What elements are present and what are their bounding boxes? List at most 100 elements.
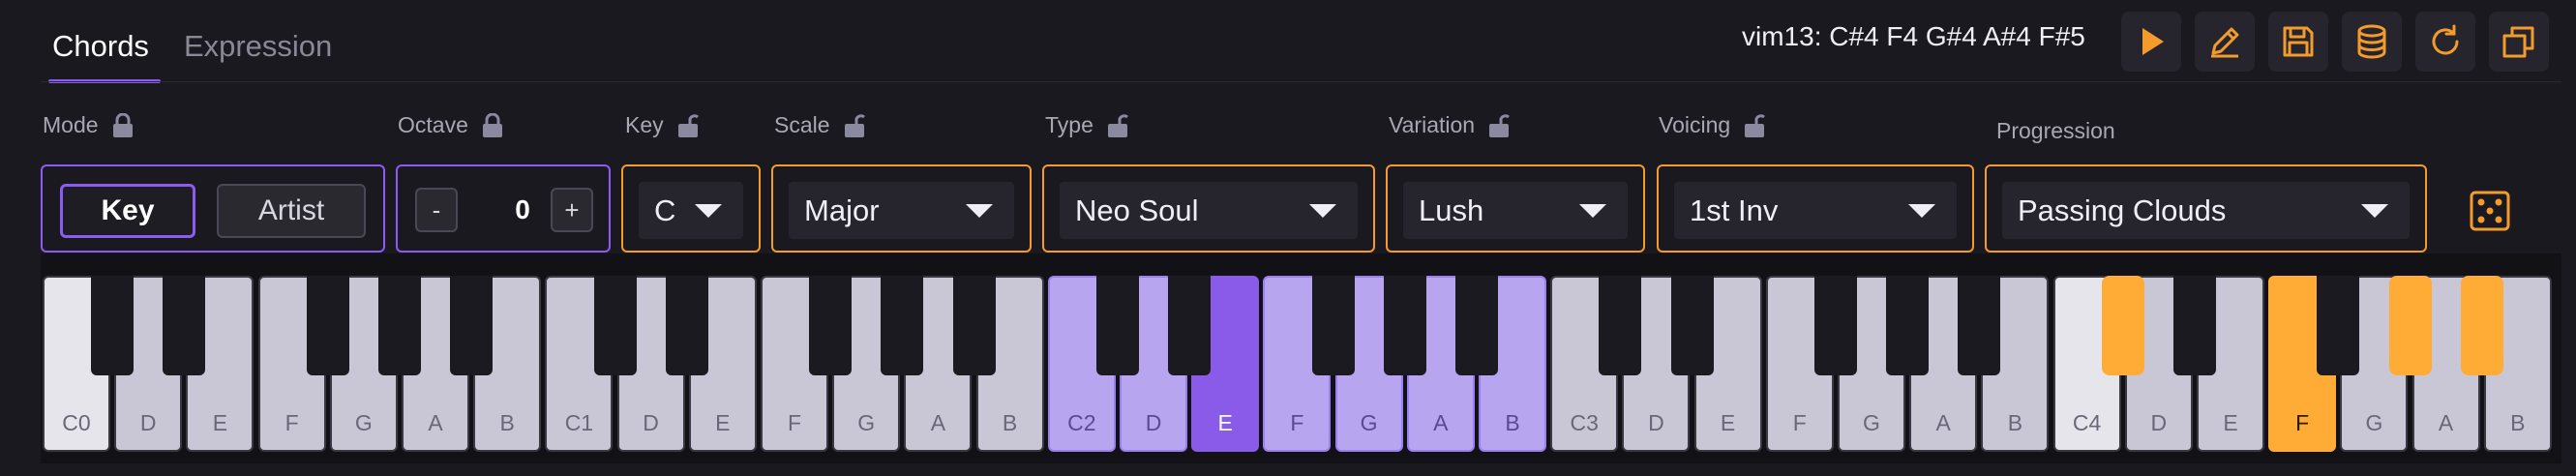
piano-key-label: B: [1505, 410, 1520, 435]
variation-dropdown[interactable]: Lush: [1403, 182, 1628, 239]
octave-label: Octave: [398, 112, 503, 138]
piano-black-key[interactable]: [1168, 276, 1212, 375]
piano-black-key[interactable]: [378, 276, 421, 375]
library-button[interactable]: [2342, 12, 2402, 72]
variation-label: Variation: [1389, 112, 1511, 138]
mode-selector: Key Artist: [41, 164, 385, 253]
chord-editor-panel: Chords Expression vim13: C#4 F4 G#4 A#4 …: [0, 0, 2576, 476]
piano-black-key[interactable]: [2173, 276, 2216, 375]
piano-black-key[interactable]: [1599, 276, 1642, 375]
duplicate-button[interactable]: [2489, 12, 2549, 72]
voicing-dropdown[interactable]: 1st Inv: [1674, 182, 1957, 239]
toolbar: [2121, 12, 2549, 72]
piano-black-key[interactable]: [1311, 276, 1355, 375]
piano-black-key[interactable]: [593, 276, 637, 375]
piano-black-key[interactable]: [450, 276, 494, 375]
randomize-button[interactable]: [2470, 191, 2510, 231]
unlock-icon[interactable]: [844, 113, 865, 138]
piano-black-key[interactable]: [2101, 276, 2144, 375]
save-button[interactable]: [2268, 12, 2328, 72]
piano-key-label: A: [930, 410, 946, 435]
key-dropdown[interactable]: C: [639, 182, 743, 239]
mode-label: Mode: [43, 112, 134, 138]
regenerate-button[interactable]: [2415, 12, 2475, 72]
type-value: Neo Soul: [1075, 193, 1199, 227]
scale-dropdown[interactable]: Major: [789, 182, 1014, 239]
piano-black-key[interactable]: [163, 276, 206, 375]
piano-black-key[interactable]: [1670, 276, 1714, 375]
octave-increment-button[interactable]: +: [551, 188, 593, 232]
lock-icon[interactable]: [112, 112, 134, 138]
scale-value: Major: [804, 193, 880, 227]
piano-key-label: F: [787, 410, 802, 435]
octave-decrement-button[interactable]: -: [415, 188, 458, 232]
unlock-icon[interactable]: [1488, 113, 1511, 138]
scale-label-text: Scale: [774, 112, 830, 137]
piano-key-label: E: [1720, 410, 1736, 435]
piano-key-label: E: [212, 410, 228, 435]
unlock-icon[interactable]: [1744, 113, 1766, 138]
edit-button[interactable]: [2195, 12, 2255, 72]
piano-key-label: D: [2150, 410, 2168, 435]
piano-key-label: F: [1792, 410, 1807, 435]
tab-chords[interactable]: Chords: [41, 19, 161, 83]
mode-artist-button[interactable]: Artist: [217, 184, 366, 238]
piano-key-label: A: [2438, 410, 2454, 435]
piano-black-key[interactable]: [91, 276, 135, 375]
type-label-text: Type: [1045, 112, 1093, 137]
piano-black-key[interactable]: [1958, 276, 2001, 375]
piano-black-key[interactable]: [2460, 276, 2503, 375]
piano-black-key[interactable]: [2317, 276, 2360, 375]
chord-readout: vim13: C#4 F4 G#4 A#4 F#5: [1742, 21, 2085, 51]
piano-key-label: A: [1935, 410, 1951, 435]
piano-key-label: F: [1290, 410, 1304, 435]
type-dropdown[interactable]: Neo Soul: [1060, 182, 1358, 239]
piano-black-key[interactable]: [952, 276, 996, 375]
voicing-value: 1st Inv: [1690, 193, 1779, 227]
voicing-box: 1st Inv: [1657, 164, 1974, 253]
piano-key-label: G: [2365, 410, 2383, 435]
piano-black-key[interactable]: [1455, 276, 1498, 375]
mode-key-button[interactable]: Key: [60, 184, 195, 238]
piano-key-label: G: [1360, 410, 1378, 435]
piano-black-key[interactable]: [1886, 276, 1930, 375]
type-label: Type: [1045, 112, 1128, 138]
piano-key-label: D: [1145, 410, 1162, 435]
unlock-icon[interactable]: [677, 113, 699, 138]
piano-key-label: G: [354, 410, 373, 435]
piano-key-label: F: [2295, 410, 2310, 435]
piano-key-label: B: [1002, 410, 1018, 435]
piano-black-key[interactable]: [665, 276, 708, 375]
key-box: C: [621, 164, 761, 253]
unlock-icon[interactable]: [1107, 113, 1128, 138]
piano-key-label: A: [1433, 410, 1449, 435]
piano-key-label: B: [2007, 410, 2023, 435]
piano-key-label: C2: [1067, 410, 1096, 435]
refresh-icon: [2432, 24, 2459, 55]
scale-box: Major: [771, 164, 1032, 253]
database-icon: [2357, 24, 2386, 59]
tab-divider: [41, 81, 2561, 82]
piano-key-label: G: [857, 410, 876, 435]
mode-label-text: Mode: [43, 112, 99, 137]
piano-key-label: E: [1217, 410, 1233, 435]
chevron-down-icon: [966, 203, 993, 218]
piano-black-key[interactable]: [2388, 276, 2432, 375]
piano-key-label: A: [428, 410, 443, 435]
piano-black-key[interactable]: [306, 276, 349, 375]
piano-black-key[interactable]: [1814, 276, 1857, 375]
piano-key-label: C3: [1570, 410, 1599, 435]
play-icon: [2142, 28, 2164, 55]
piano-black-key[interactable]: [809, 276, 853, 375]
progression-dropdown[interactable]: Passing Clouds: [2002, 182, 2410, 239]
piano-black-key[interactable]: [1096, 276, 1139, 375]
octave-stepper: - 0 +: [396, 164, 611, 253]
piano-black-key[interactable]: [1383, 276, 1426, 375]
tab-expression[interactable]: Expression: [172, 19, 344, 83]
progression-value: Passing Clouds: [2018, 193, 2227, 227]
dice-icon: [2470, 191, 2510, 231]
lock-icon[interactable]: [482, 112, 503, 138]
key-label-text: Key: [625, 112, 664, 137]
piano-black-key[interactable]: [881, 276, 924, 375]
play-button[interactable]: [2121, 12, 2181, 72]
